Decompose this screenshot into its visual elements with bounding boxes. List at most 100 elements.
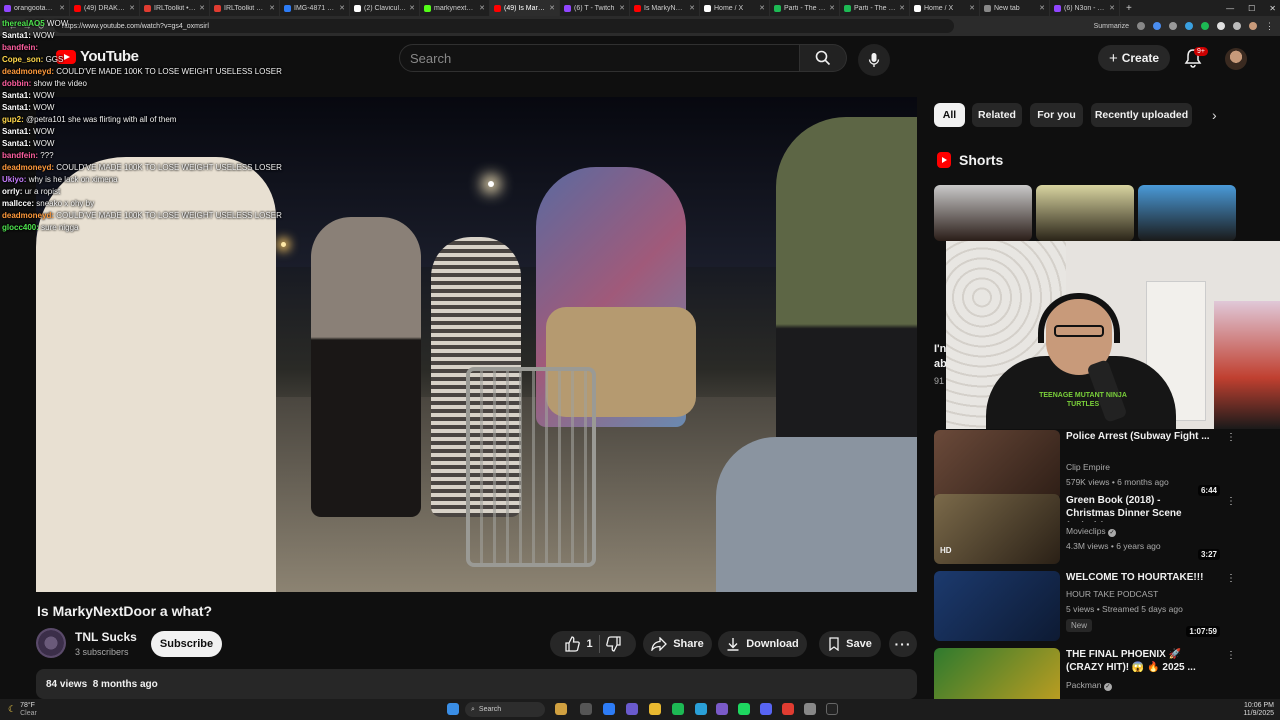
voice-search-button[interactable] [858, 44, 890, 76]
tab-close-icon[interactable]: ✕ [899, 4, 905, 12]
tab-close-icon[interactable]: ✕ [969, 4, 975, 12]
chat-username[interactable]: mallcce: [2, 199, 34, 208]
app-icon[interactable] [672, 703, 684, 715]
chat-username[interactable]: Santa1: [2, 127, 31, 136]
chip-recently-uploaded[interactable]: Recently uploaded [1091, 103, 1192, 127]
chat-username[interactable]: dobbin: [2, 79, 31, 88]
browser-tab[interactable]: Home / X ✕ [910, 0, 980, 16]
star-icon[interactable] [1169, 22, 1177, 30]
summarize-button[interactable]: Summarize [1094, 23, 1129, 30]
chat-username[interactable]: bandfein: [2, 151, 38, 160]
tab-close-icon[interactable]: ✕ [759, 4, 765, 12]
chip-related[interactable]: Related [972, 103, 1022, 127]
browser-tab[interactable]: New tab ✕ [980, 0, 1050, 16]
recommended-channel[interactable]: Packman ✓ [1066, 680, 1112, 691]
browser-tab[interactable]: Is MarkyNextD...✕ [630, 0, 700, 16]
browser-tab[interactable]: Home / X ✕ [700, 0, 770, 16]
tab-close-icon[interactable]: ✕ [339, 4, 345, 12]
chat-username[interactable]: glocc400: [2, 223, 39, 232]
chat-username[interactable]: Santa1: [2, 91, 31, 100]
tab-close-icon[interactable]: ✕ [1039, 4, 1045, 12]
more-actions-button[interactable]: ··· [889, 631, 917, 657]
tab-close-icon[interactable]: ✕ [689, 4, 695, 12]
subscribe-button[interactable]: Subscribe [151, 631, 222, 657]
short-thumbnail[interactable] [934, 185, 1032, 241]
tab-close-icon[interactable]: ✕ [479, 4, 485, 12]
browser-tab[interactable]: (6) T - Twitch ✕ [560, 0, 630, 16]
extension-icon[interactable] [1153, 22, 1161, 30]
extension-icon[interactable] [1201, 22, 1209, 30]
chat-username[interactable]: Ukiyo: [2, 175, 26, 184]
tab-close-icon[interactable]: ✕ [829, 4, 835, 12]
search-button[interactable] [800, 44, 847, 72]
recommended-title[interactable]: Green Book (2018) - Christmas Dinner Sce… [1066, 494, 1212, 522]
profile-icon[interactable] [1249, 22, 1257, 30]
recommended-video[interactable]: 1:07:59 WELCOME TO HOURTAKE!!! HOUR TAKE P… [934, 571, 1236, 641]
recommended-video[interactable]: 6:44 Police Arrest (Subway Fight ... Clip … [934, 430, 1236, 500]
more-vertical-icon[interactable]: ⋮ [1226, 650, 1236, 661]
recommended-channel[interactable]: Movieclips ✓ [1066, 526, 1117, 537]
close-icon[interactable]: ✕ [1269, 4, 1276, 13]
task-view-icon[interactable] [580, 703, 592, 715]
browser-tab[interactable]: (49) DRAKE & ...✕ [70, 0, 140, 16]
browser-tab[interactable]: Parti - The Web...✕ [770, 0, 840, 16]
chat-username[interactable]: bandfein: [2, 43, 38, 52]
chat-username[interactable]: orrly: [2, 187, 22, 196]
tab-close-icon[interactable]: ✕ [199, 4, 205, 12]
download-button[interactable]: Download [718, 631, 807, 657]
like-button[interactable]: 1 [564, 636, 593, 652]
video-thumbnail[interactable] [934, 571, 1060, 641]
file-explorer-icon[interactable] [649, 703, 661, 715]
app-icon[interactable] [555, 703, 567, 715]
more-vertical-icon[interactable]: ⋮ [1226, 573, 1236, 584]
tab-close-icon[interactable]: ✕ [619, 4, 625, 12]
chat-username[interactable]: Santa1: [2, 139, 31, 148]
taskbar-search[interactable]: ⌕ Search [465, 702, 545, 717]
chip-all[interactable]: All [934, 103, 965, 127]
chat-username[interactable]: deadmoneyd: [2, 163, 54, 172]
edge-browser-icon[interactable] [695, 703, 707, 715]
description-box[interactable]: 84 views 8 months ago [36, 669, 917, 699]
extension-icon[interactable] [1185, 22, 1193, 30]
tab-close-icon[interactable]: ✕ [1109, 4, 1115, 12]
browser-tab[interactable]: (2) Clavicular o...✕ [350, 0, 420, 16]
tab-close-icon[interactable]: ✕ [409, 4, 415, 12]
settings-gear-icon[interactable] [804, 703, 816, 715]
clock[interactable]: 10:06 PM 11/9/2025 [1243, 702, 1274, 718]
share-button[interactable]: Share [643, 631, 712, 657]
minimize-icon[interactable]: — [1226, 4, 1234, 13]
tab-close-icon[interactable]: ✕ [549, 4, 555, 12]
tab-close-icon[interactable]: ✕ [269, 4, 275, 12]
browser-tab[interactable]: IRLToolkit Remo...✕ [210, 0, 280, 16]
new-tab-button[interactable]: + [1126, 3, 1132, 14]
browser-tab[interactable]: markynextdoor...✕ [420, 0, 490, 16]
channel-name[interactable]: TNL Sucks [75, 630, 137, 644]
browser-tab[interactable]: IMG-4871 hosti...✕ [280, 0, 350, 16]
chat-username[interactable]: deadmoneyd: [2, 67, 54, 76]
app-icon[interactable] [716, 703, 728, 715]
extension-icon[interactable] [1217, 22, 1225, 30]
video-thumbnail[interactable] [934, 430, 1060, 500]
browser-tab[interactable]: orangootan: ... ✕ [0, 0, 70, 16]
short-thumbnail[interactable] [1138, 185, 1236, 241]
thumbs-down-icon[interactable] [605, 636, 622, 652]
video-thumbnail[interactable] [934, 494, 1060, 564]
recommended-title[interactable]: THE FINAL PHOENIX 🚀 (CRAZY HIT)! 😱 🔥 202… [1066, 648, 1212, 674]
recommended-title[interactable]: WELCOME TO HOURTAKE!!! [1066, 571, 1212, 584]
chat-username[interactable]: therealAO5 [2, 19, 45, 28]
browser-tab[interactable]: (49) Is MarkyN...✕ [490, 0, 560, 16]
windows-start-icon[interactable] [447, 703, 459, 715]
recommended-video[interactable]: 3:27 HD Green Book (2018) - Christmas Dinn… [934, 494, 1236, 564]
tab-close-icon[interactable]: ✕ [59, 4, 65, 12]
chat-username[interactable]: deadmoneyd: [2, 211, 54, 220]
app-icon[interactable] [603, 703, 615, 715]
maximize-icon[interactable]: ☐ [1248, 4, 1255, 13]
chat-username[interactable]: gup2: [2, 115, 24, 124]
tab-close-icon[interactable]: ✕ [129, 4, 135, 12]
menu-icon[interactable]: ⋮ [1265, 21, 1274, 32]
account-avatar[interactable] [1225, 48, 1247, 70]
discord-icon[interactable] [760, 703, 772, 715]
browser-tab[interactable]: IRLToolkit • Das...✕ [140, 0, 210, 16]
search-input[interactable]: Search [399, 44, 800, 72]
browser-tab[interactable]: Parti - The Web...✕ [840, 0, 910, 16]
